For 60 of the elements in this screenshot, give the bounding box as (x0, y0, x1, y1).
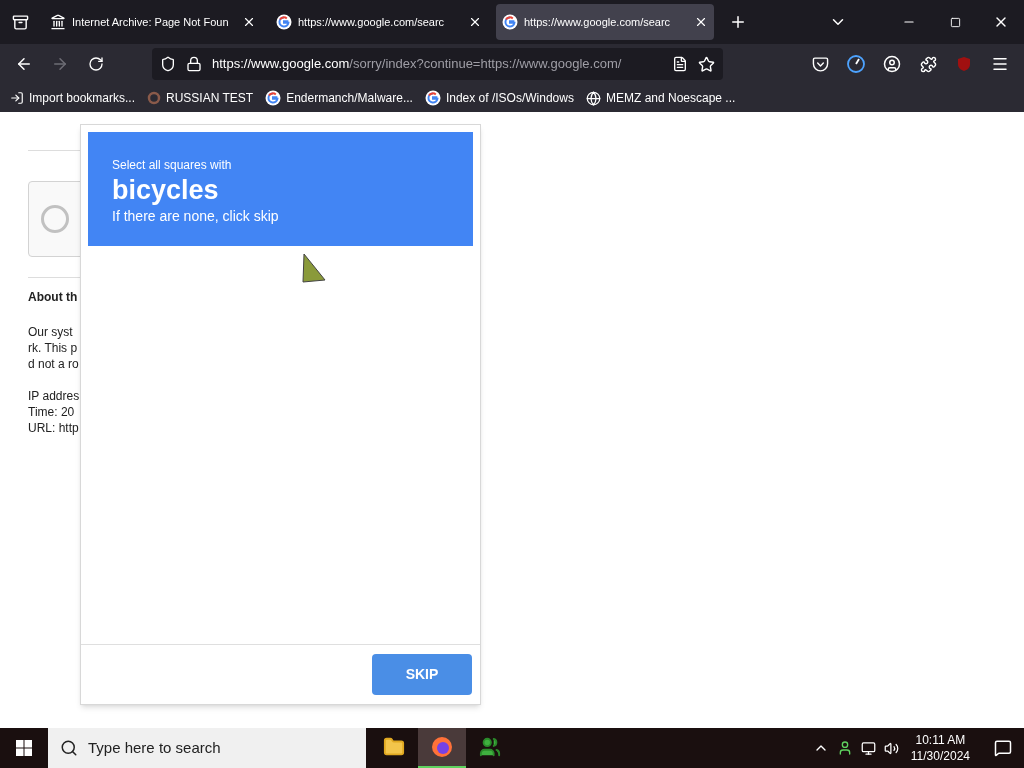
close-icon[interactable] (242, 15, 256, 29)
g-logo-icon (276, 14, 292, 30)
recaptcha-checkbox[interactable] (41, 205, 69, 233)
forward-arrow-icon (51, 55, 69, 73)
browser-tab[interactable]: https://www.google.com/searc (496, 4, 714, 40)
notifications-icon[interactable] (994, 739, 1012, 757)
detail-line: URL: http (28, 420, 80, 436)
instruction-text: Select all squares with (112, 157, 232, 174)
browser-tab[interactable]: Internet Archive: Page Not Foun (44, 4, 262, 40)
globe-icon (585, 90, 601, 106)
target-word: bicycles (112, 174, 219, 206)
close-icon[interactable] (694, 15, 708, 29)
restore-icon (949, 16, 961, 28)
shield-icon (956, 56, 972, 72)
paragraph-line: rk. This p (28, 340, 79, 356)
firefox-icon (431, 736, 453, 758)
g-logo-icon (424, 90, 441, 106)
paragraph-line: Our syst (28, 324, 74, 340)
detail-line: IP addres (28, 388, 81, 404)
bookmark-star-icon[interactable] (698, 55, 715, 73)
detail-line: Time: 20 (28, 404, 76, 420)
pointer-icon (301, 252, 327, 284)
bookmark-item[interactable]: RUSSIAN TEST (147, 89, 254, 107)
lock-icon (186, 56, 202, 72)
puzzle-icon (919, 55, 937, 73)
taskbar-app[interactable] (418, 728, 466, 768)
bookmark-item[interactable]: Endermanch/Malware... (265, 89, 413, 107)
paragraph-line: d not a ro (28, 356, 80, 372)
pocket-icon (811, 55, 829, 73)
about-heading: About th (28, 289, 79, 306)
shield-icon (160, 56, 176, 72)
address-field[interactable]: https://www.google.com/sorry/index?continue=https://www.google.com/ (152, 48, 723, 80)
search-placeholder: Type here to search (88, 737, 221, 758)
people-icon (479, 736, 501, 758)
bookmark-item[interactable]: Index of /ISOs/Windows (424, 89, 574, 107)
g-logo-icon (502, 14, 518, 30)
url-text: https://www.google.com/sorry/index?continue=https://www.google.com/ (212, 55, 623, 74)
bookmark-item[interactable]: Import bookmarks... (10, 89, 136, 107)
account-icon (883, 55, 901, 73)
folder-icon (383, 736, 405, 758)
clock[interactable]: 10:11 AM 11/30/2024 (906, 732, 974, 764)
windows-logo-icon (16, 740, 32, 756)
ring-icon (147, 91, 162, 105)
taskbar-search-field[interactable]: Type here to search (48, 728, 366, 768)
close-icon[interactable] (468, 15, 482, 29)
menu-icon (991, 55, 1009, 73)
timer-icon (846, 54, 866, 74)
g-logo-icon (265, 90, 282, 106)
volume-icon[interactable] (883, 740, 899, 756)
reader-view-icon[interactable] (672, 56, 688, 72)
reload-icon (88, 56, 104, 72)
hint-text: If there are none, click skip (112, 207, 279, 226)
search-icon (60, 739, 78, 757)
browser-tab[interactable]: https://www.google.com/searc (270, 4, 488, 40)
bookmark-item[interactable]: MEMZ and Noescape ... (585, 89, 736, 107)
tray-icon (11, 13, 29, 31)
network-icon[interactable] (860, 740, 876, 756)
museum-icon (50, 14, 66, 30)
plus-icon (729, 13, 747, 31)
import-icon (10, 91, 24, 105)
